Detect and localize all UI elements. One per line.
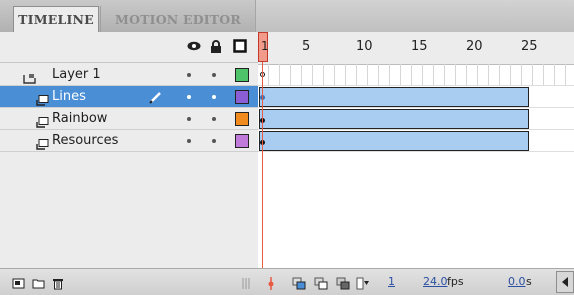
layer-icon bbox=[36, 135, 49, 150]
ruler-label: 5 bbox=[302, 39, 311, 54]
layer-row-rainbow[interactable]: Rainbow bbox=[0, 108, 258, 130]
frame-ticks bbox=[258, 64, 574, 85]
onion-skin-outlines-icon[interactable] bbox=[314, 275, 328, 290]
elapsed-time-value[interactable]: 0.0 bbox=[508, 275, 526, 288]
layer-color-swatch[interactable] bbox=[235, 134, 249, 148]
layer-name: Lines bbox=[52, 89, 86, 104]
panel-splitter[interactable] bbox=[241, 275, 251, 289]
edit-multiple-frames-icon[interactable] bbox=[336, 275, 350, 290]
scroll-left-button[interactable] bbox=[556, 271, 574, 293]
tab-bar-filler bbox=[255, 0, 574, 32]
layer-row-lines[interactable]: Lines bbox=[0, 86, 258, 108]
layer-color-swatch[interactable] bbox=[235, 68, 249, 82]
layer-color-swatch[interactable] bbox=[235, 90, 249, 104]
onion-skin-icon[interactable] bbox=[292, 275, 306, 290]
tab-motion-editor[interactable]: MOTION EDITOR bbox=[100, 6, 255, 32]
frame-row-layer-1[interactable] bbox=[258, 64, 574, 86]
layer-icon bbox=[36, 91, 49, 106]
ruler-label: 25 bbox=[521, 39, 538, 54]
playhead[interactable]: 1 bbox=[258, 32, 269, 62]
playhead-line bbox=[262, 62, 263, 268]
frames-grid[interactable]: 1 5 10 15 20 25 bbox=[258, 32, 574, 268]
lock-toggle[interactable] bbox=[212, 117, 216, 121]
trash-icon[interactable] bbox=[52, 275, 66, 290]
pencil-icon bbox=[148, 89, 164, 105]
new-layer-icon[interactable] bbox=[12, 275, 26, 289]
timeline-panel: TIMELINE MOTION EDITOR Layer 1 Lines Rai… bbox=[0, 0, 574, 295]
frame-span[interactable] bbox=[259, 109, 529, 129]
layer-list-panel: Layer 1 Lines Rainbow Resources bbox=[0, 32, 258, 268]
lock-toggle[interactable] bbox=[212, 139, 216, 143]
visibility-toggle[interactable] bbox=[187, 139, 191, 143]
frame-row-lines[interactable] bbox=[258, 86, 574, 108]
folder-icon bbox=[23, 69, 36, 84]
frame-ruler[interactable]: 1 5 10 15 20 25 bbox=[258, 32, 574, 65]
lock-toggle[interactable] bbox=[212, 73, 216, 77]
visibility-toggle[interactable] bbox=[187, 117, 191, 121]
tab-timeline[interactable]: TIMELINE bbox=[13, 6, 99, 32]
visibility-toggle[interactable] bbox=[187, 95, 191, 99]
modify-onion-markers-icon[interactable] bbox=[356, 275, 370, 290]
eye-icon[interactable] bbox=[187, 39, 201, 53]
frame-row-resources[interactable] bbox=[258, 130, 574, 152]
new-folder-icon[interactable] bbox=[32, 275, 46, 289]
tab-bar: TIMELINE MOTION EDITOR bbox=[0, 0, 574, 33]
layer-name: Layer 1 bbox=[52, 67, 101, 82]
timeline-status-bar: 1 24.0 fps 0.0 s bbox=[0, 268, 574, 295]
layer-row-resources[interactable]: Resources bbox=[0, 130, 258, 152]
frame-span[interactable] bbox=[259, 87, 529, 107]
ruler-label: 15 bbox=[411, 39, 428, 54]
frame-rate-value[interactable]: 24.0 bbox=[423, 275, 448, 288]
layer-header bbox=[0, 32, 258, 63]
ruler-label: 10 bbox=[356, 39, 373, 54]
frame-rate-unit: fps bbox=[447, 275, 464, 288]
layer-row-layer-1[interactable]: Layer 1 bbox=[0, 64, 258, 86]
layer-name: Resources bbox=[52, 133, 119, 148]
ruler-label: 20 bbox=[466, 39, 483, 54]
layer-icon bbox=[36, 113, 49, 128]
playhead-label: 1 bbox=[261, 39, 269, 53]
chevron-left-icon bbox=[562, 277, 568, 287]
lock-icon[interactable] bbox=[209, 39, 223, 53]
outline-icon[interactable] bbox=[233, 39, 247, 53]
frame-span[interactable] bbox=[259, 131, 529, 151]
layer-color-swatch[interactable] bbox=[235, 112, 249, 126]
layer-name: Rainbow bbox=[52, 111, 108, 126]
frame-row-rainbow[interactable] bbox=[258, 108, 574, 130]
visibility-toggle[interactable] bbox=[187, 73, 191, 77]
current-frame-value[interactable]: 1 bbox=[388, 275, 395, 288]
center-frame-icon[interactable] bbox=[264, 275, 278, 290]
elapsed-time-unit: s bbox=[526, 275, 532, 288]
lock-toggle[interactable] bbox=[212, 95, 216, 99]
